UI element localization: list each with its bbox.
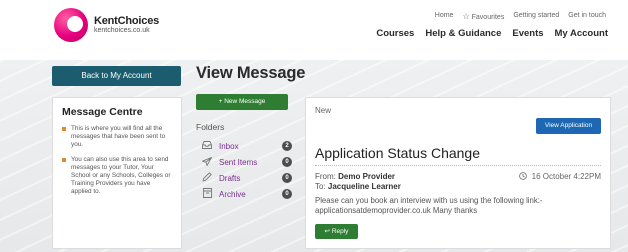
folder-archive[interactable]: Archive 0	[200, 186, 292, 202]
util-nav-favourites-label: Favourites	[471, 14, 505, 21]
info-item: You can also use this area to send messa…	[62, 156, 172, 197]
view-application-button[interactable]: View Application	[536, 118, 601, 134]
utility-nav: Home ☆ Favourites Getting started Get in …	[435, 12, 606, 21]
reply-label: Reply	[331, 228, 349, 235]
message-date: 16 October 4:22PM	[519, 172, 601, 181]
message-centre-panel: Message Centre This is where you will fi…	[52, 97, 182, 249]
message-from: From: Demo Provider	[315, 172, 395, 181]
folder-sent-items[interactable]: Sent Items 0	[200, 154, 292, 170]
folder-name: Sent Items	[219, 157, 258, 167]
new-message-label: New Message	[224, 98, 266, 105]
folder-name: Inbox	[219, 141, 239, 151]
folder-count-badge: 0	[282, 173, 292, 183]
folder-name: Archive	[219, 189, 246, 199]
main-nav-help-guidance[interactable]: Help & Guidance	[425, 28, 501, 39]
new-message-button[interactable]: + New Message	[196, 94, 288, 110]
util-nav-get-in-touch[interactable]: Get in touch	[568, 12, 606, 21]
message-date-text: 16 October 4:22PM	[531, 172, 601, 181]
info-item: This is where you will find all the mess…	[62, 125, 172, 150]
folder-drafts[interactable]: Drafts 0	[200, 170, 292, 186]
send-icon	[200, 156, 214, 168]
util-nav-getting-started[interactable]: Getting started	[513, 12, 559, 21]
folder-list: Inbox 2 Sent Items 0 Drafts 0 Archive 0	[200, 138, 292, 202]
back-to-account-button[interactable]: Back to My Account	[52, 66, 181, 86]
folder-name: Drafts	[219, 173, 241, 183]
folder-count-badge: 2	[282, 141, 292, 151]
subject-divider	[315, 165, 601, 166]
main-nav-courses[interactable]: Courses	[376, 28, 414, 39]
folder-count-badge: 0	[282, 189, 292, 199]
main-nav: Courses Help & Guidance Events My Accoun…	[376, 28, 608, 39]
message-centre-info-list: This is where you will find all the mess…	[62, 125, 172, 197]
page-title: View Message	[196, 64, 306, 82]
folders-heading: Folders	[196, 122, 225, 132]
recipient-name: Jacqueline Learner	[327, 182, 401, 191]
message-to: To: Jacqueline Learner	[315, 182, 401, 191]
site-header: KentChoices kentchoices.co.uk Home ☆ Favo…	[0, 0, 628, 60]
reply-button[interactable]: ↩ Reply	[315, 224, 358, 239]
message-subject: Application Status Change	[315, 145, 480, 161]
sender-name: Demo Provider	[338, 172, 396, 181]
reply-arrow-icon: ↩	[324, 228, 332, 235]
star-icon: ☆	[462, 12, 470, 21]
to-label: To:	[315, 182, 326, 191]
message-body: Please can you book an interview with us…	[315, 196, 543, 215]
folder-count-badge: 0	[282, 157, 292, 167]
clock-icon	[519, 172, 529, 181]
main-nav-my-account[interactable]: My Account	[555, 28, 608, 39]
inbox-icon	[200, 141, 214, 151]
message-panel: New View Application Application Status …	[305, 97, 611, 249]
brand-domain: kentchoices.co.uk	[94, 27, 150, 34]
archive-icon	[200, 188, 214, 200]
util-nav-favourites[interactable]: ☆ Favourites	[462, 12, 504, 21]
message-centre-title: Message Centre	[62, 106, 143, 118]
util-nav-home[interactable]: Home	[435, 12, 454, 21]
logo-mark-icon	[54, 8, 88, 42]
message-status-label: New	[315, 106, 332, 115]
from-label: From:	[315, 172, 336, 181]
pencil-icon	[200, 172, 214, 184]
folder-inbox[interactable]: Inbox 2	[200, 138, 292, 154]
brand-name: KentChoices	[94, 15, 160, 27]
main-nav-events[interactable]: Events	[512, 28, 543, 39]
site-logo[interactable]: KentChoices kentchoices.co.uk	[54, 8, 194, 46]
